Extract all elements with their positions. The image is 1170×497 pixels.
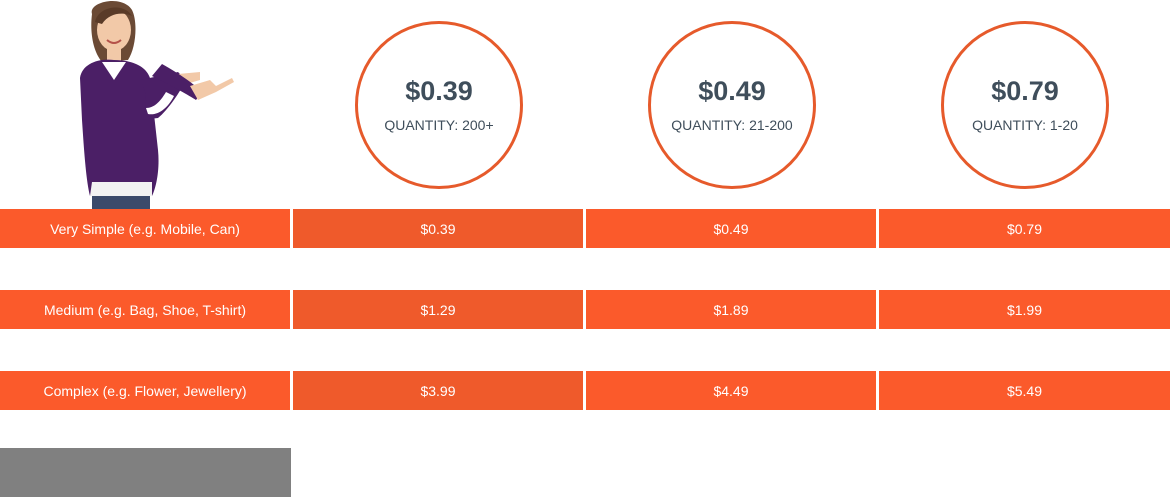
pointing-woman-illustration xyxy=(80,1,234,209)
tier-price: $0.39 xyxy=(405,75,473,106)
row-label: Complex (e.g. Flower, Jewellery) xyxy=(0,371,290,410)
price-cell: $1.89 xyxy=(586,290,876,329)
row-label: Very Simple (e.g. Mobile, Can) xyxy=(0,209,290,248)
tier-price: $0.79 xyxy=(991,75,1059,106)
price-cell: $3.99 xyxy=(293,371,583,410)
pricing-row-medium: Medium (e.g. Bag, Shoe, T-shirt) $1.29 $… xyxy=(0,290,1170,329)
tier-circle-21-200: $0.49 QUANTITY: 21-200 xyxy=(648,21,816,189)
price-cell: $4.49 xyxy=(586,371,876,410)
tier-quantity: QUANTITY: 200+ xyxy=(384,116,494,133)
price-cell: $0.79 xyxy=(879,209,1170,248)
price-cell: $5.49 xyxy=(879,371,1170,410)
tier-quantity: QUANTITY: 1-20 xyxy=(972,116,1078,133)
tier-circle-200plus: $0.39 QUANTITY: 200+ xyxy=(355,21,523,189)
gray-footer-box xyxy=(0,448,291,497)
pricing-row-complex: Complex (e.g. Flower, Jewellery) $3.99 $… xyxy=(0,371,1170,410)
price-cell: $0.39 xyxy=(293,209,583,248)
price-cell: $1.99 xyxy=(879,290,1170,329)
tier-quantity: QUANTITY: 21-200 xyxy=(671,116,793,133)
tier-price: $0.49 xyxy=(698,75,766,106)
price-cell: $0.49 xyxy=(586,209,876,248)
pricing-row-very-simple: Very Simple (e.g. Mobile, Can) $0.39 $0.… xyxy=(0,209,1170,248)
tier-circle-1-20: $0.79 QUANTITY: 1-20 xyxy=(941,21,1109,189)
price-cell: $1.29 xyxy=(293,290,583,329)
row-label: Medium (e.g. Bag, Shoe, T-shirt) xyxy=(0,290,290,329)
